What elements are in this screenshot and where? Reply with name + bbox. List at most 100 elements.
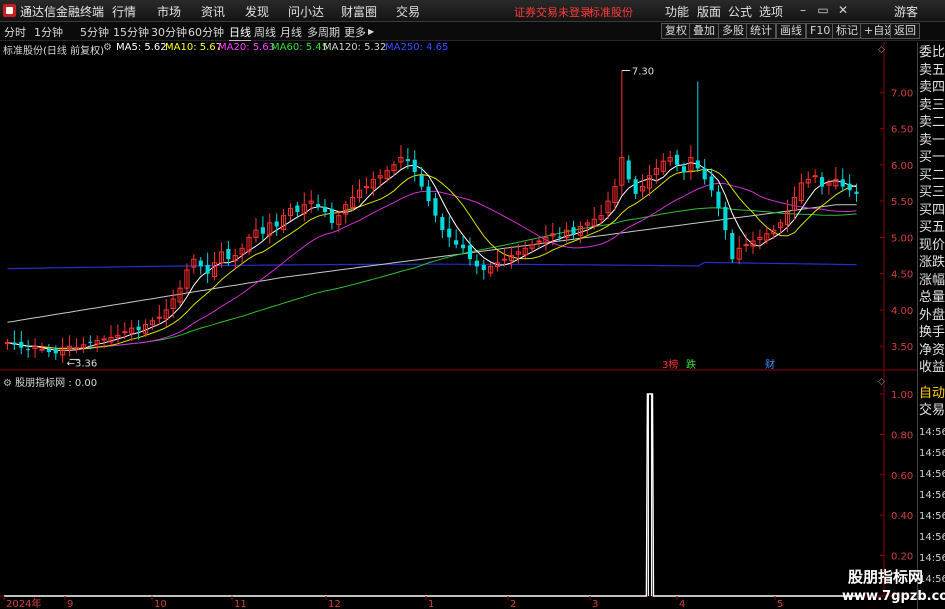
- ma10-line: [7, 168, 857, 350]
- candle-body: [854, 191, 859, 194]
- candle-body: [695, 160, 700, 169]
- candle-body: [274, 221, 279, 227]
- candle-body: [363, 186, 369, 189]
- candle-body: [501, 258, 508, 261]
- ma20-label: MA20: 5.63: [218, 42, 276, 53]
- candle-body: [716, 191, 721, 209]
- candle-body: [454, 240, 459, 245]
- candle-body: [571, 227, 576, 234]
- settings-icon[interactable]: ⚙: [103, 42, 112, 53]
- candle-body: [709, 176, 714, 191]
- time-item: 14:56: [919, 427, 945, 438]
- candle-body: [626, 160, 631, 180]
- time-axis-label: 5: [777, 599, 783, 609]
- indicator-title-text: 股朋指标网 : 0.00: [15, 378, 98, 389]
- candle-body: [723, 206, 728, 231]
- quote-item: 买一: [919, 150, 945, 165]
- candle-body: [101, 338, 107, 341]
- indicator-settings-icon[interactable]: ⚙: [3, 378, 15, 389]
- indicator-spike: [647, 394, 652, 596]
- time-axis-label: 2024年: [6, 597, 41, 609]
- time-axis-label: 10: [154, 599, 167, 609]
- quote-item: 涨跌: [919, 255, 945, 270]
- ma5-label: MA5: 5.62: [116, 42, 167, 53]
- indicator-axis-label: 1.00: [891, 390, 913, 401]
- candle-body: [419, 174, 424, 187]
- time-item: 14:56: [919, 448, 945, 459]
- time-item: 14:56: [919, 469, 945, 480]
- candle-body: [122, 331, 128, 334]
- price-axis-label: 5.50: [891, 197, 913, 208]
- candle-body: [702, 168, 707, 180]
- price-axis-label: 5.00: [891, 233, 913, 244]
- price-axis-label: 6.00: [891, 161, 913, 172]
- quote-item: 总量: [919, 290, 945, 305]
- candle-body: [4, 342, 11, 345]
- price-axis-label: 3.50: [891, 342, 913, 353]
- indicator-axis-label: 0.60: [891, 471, 913, 482]
- time-axis-label: 2: [510, 599, 516, 609]
- candle-body: [295, 205, 300, 212]
- candle-body: [226, 249, 231, 260]
- candle-body: [426, 186, 431, 202]
- candle-body: [53, 349, 58, 354]
- ma120-line: [7, 204, 857, 323]
- candle-body: [467, 245, 473, 260]
- candle-body: [88, 341, 93, 343]
- candle-body: [156, 316, 162, 319]
- ma250-label: MA250: 4.65: [385, 42, 449, 53]
- quote-item: 卖三: [919, 97, 945, 113]
- candle-body: [730, 233, 735, 260]
- candle-body: [440, 217, 445, 231]
- candle-body: [819, 177, 825, 187]
- time-item: 14:56: [919, 553, 945, 564]
- watermark-name: 股朋指标网: [848, 568, 924, 586]
- candle-body: [198, 260, 203, 267]
- ma20-line: [7, 182, 857, 349]
- candle-body: [26, 349, 31, 351]
- low-label: ←3.36: [67, 358, 98, 369]
- quote-item: 收益: [919, 360, 945, 375]
- candle-body: [481, 264, 486, 271]
- event-tag: 3榜: [662, 358, 678, 371]
- candle-body: [847, 183, 852, 191]
- candle-body: [405, 159, 410, 162]
- price-axis-label: 6.50: [891, 125, 913, 136]
- candle-body: [316, 204, 321, 207]
- candle-body: [536, 240, 542, 243]
- time-axis-label: 11: [234, 599, 247, 609]
- time-item: 14:56: [919, 511, 945, 522]
- quote-item: 卖二: [919, 115, 945, 130]
- candle-body: [674, 154, 680, 165]
- candle-body: [205, 264, 210, 274]
- candle-body: [681, 166, 687, 173]
- candle-body: [260, 227, 265, 234]
- kline-chart-area[interactable]: 7.00 6.50 6.00 5.50 5.00 4.50 4.00 3.50 1.00 0.80…: [0, 0, 945, 609]
- quote-item: 买五: [919, 220, 945, 235]
- quote-item: 卖一: [919, 132, 945, 148]
- candle-body: [557, 236, 562, 238]
- candle-body: [812, 175, 818, 178]
- candle-body: [12, 342, 17, 345]
- quote-item: 委比: [919, 45, 945, 60]
- candle-body: [633, 179, 638, 194]
- candle-body: [474, 260, 479, 267]
- indicator-axis-label: 0.80: [891, 430, 913, 441]
- trade-label[interactable]: 交易: [919, 403, 945, 418]
- high-label: 7.30: [632, 67, 654, 78]
- time-item: 14:56: [919, 532, 945, 543]
- candle-body: [39, 348, 45, 351]
- event-tag: 跌: [686, 358, 696, 371]
- quote-item: 净资: [919, 342, 945, 358]
- watermark-url: www.7gpzb.com: [842, 589, 945, 604]
- quote-item: 卖五: [919, 62, 945, 78]
- auto-trade-label[interactable]: 自动: [919, 386, 945, 401]
- candle-body: [412, 159, 417, 173]
- candle-body: [19, 341, 24, 348]
- time-axis-label: 3: [592, 599, 598, 609]
- quote-item: 换手: [919, 325, 945, 340]
- quote-panel: 委比 卖五 卖四 卖三 卖二 卖一 买一 买二 买三 买四 买五 现价 涨跌 涨幅 总量 外盘 换手 净资 收益 自…: [917, 42, 945, 609]
- time-axis-label: 12: [328, 599, 341, 609]
- ma250-line: [7, 261, 857, 270]
- indicator-axis-label: 0.20: [891, 552, 913, 563]
